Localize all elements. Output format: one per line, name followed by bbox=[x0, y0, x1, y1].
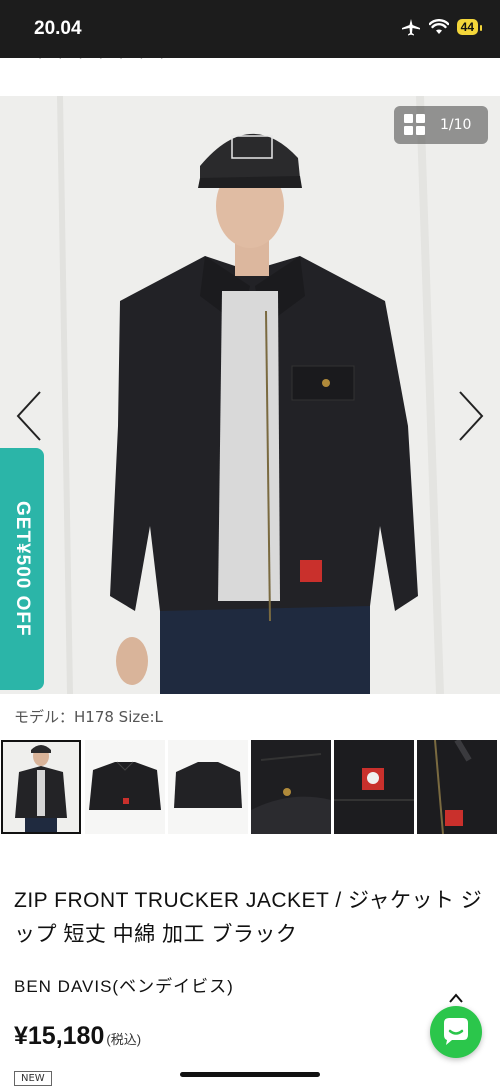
model-photo bbox=[0, 96, 500, 694]
grid-view-icon bbox=[404, 114, 426, 136]
price-value: ¥15,180 bbox=[14, 1022, 105, 1050]
chat-bubble-icon bbox=[444, 1018, 468, 1045]
thumbnail-image bbox=[334, 740, 414, 834]
thumbnail-2[interactable] bbox=[85, 740, 165, 834]
product-main-image[interactable]: 1/10 GET¥500 OFF bbox=[0, 96, 500, 694]
status-time: 20.04 bbox=[34, 18, 82, 39]
thumbnail-strip bbox=[0, 738, 500, 836]
chevron-up-icon[interactable] bbox=[448, 992, 464, 1004]
chevron-left-icon[interactable] bbox=[10, 386, 50, 446]
home-indicator bbox=[180, 1072, 320, 1077]
thumbnail-1[interactable] bbox=[1, 740, 81, 834]
tax-note: (税込) bbox=[106, 1032, 142, 1047]
thumbnail-3[interactable] bbox=[168, 740, 248, 834]
thumbnail-6[interactable] bbox=[417, 740, 497, 834]
coupon-tab[interactable]: GET¥500 OFF bbox=[0, 448, 44, 690]
thumbnail-image bbox=[168, 740, 248, 834]
cut-off-text-row: · · · · · · · bbox=[0, 58, 500, 96]
thumbnail-image bbox=[85, 740, 165, 834]
wifi-icon bbox=[428, 19, 449, 34]
coupon-tab-label: GET¥500 OFF bbox=[12, 501, 33, 637]
thumbnail-image bbox=[1, 740, 81, 834]
gallery-counter-text: 1/10 bbox=[440, 117, 472, 133]
thumbnail-image bbox=[417, 740, 497, 834]
product-price: ¥15,180 (税込) bbox=[14, 1022, 141, 1051]
thumbnail-4[interactable] bbox=[251, 740, 331, 834]
thumbnail-5[interactable] bbox=[334, 740, 414, 834]
thumbnail-image bbox=[251, 740, 331, 834]
battery-indicator: 44 bbox=[456, 19, 483, 35]
status-bar: 20.04 44 bbox=[0, 0, 500, 58]
gallery-counter[interactable]: 1/10 bbox=[394, 106, 488, 144]
new-badge: NEW bbox=[14, 1071, 52, 1086]
model-size-info: モデル：H178 Size:L bbox=[14, 708, 163, 726]
chevron-right-icon[interactable] bbox=[450, 386, 490, 446]
status-icons: 44 bbox=[401, 18, 483, 36]
airplane-icon bbox=[401, 19, 420, 36]
product-title: ZIP FRONT TRUCKER JACKET / ジャケット ジップ 短丈 … bbox=[14, 889, 483, 946]
chat-button[interactable] bbox=[430, 1006, 482, 1058]
brand-name[interactable]: BEN DAVIS(ベンデイビス) bbox=[14, 972, 234, 997]
